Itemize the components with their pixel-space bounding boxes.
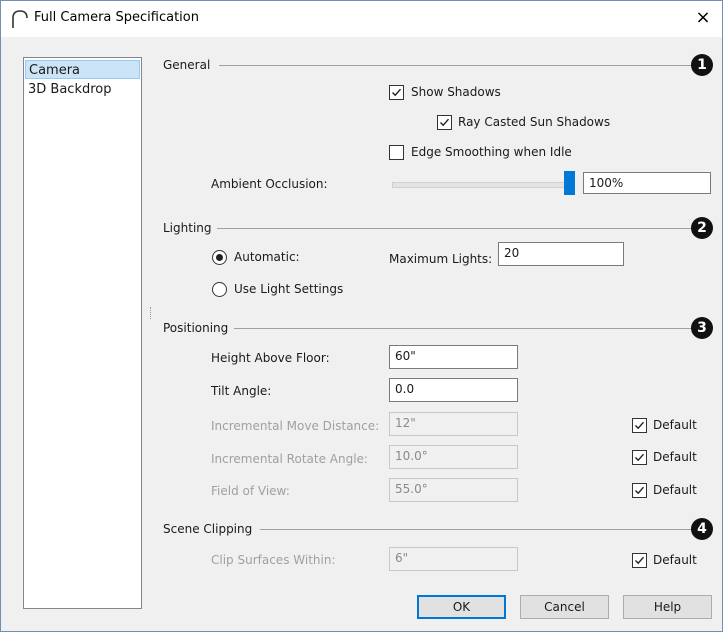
callout-badge-2: 2 xyxy=(691,217,713,239)
nav-item-camera[interactable]: Camera xyxy=(25,60,140,79)
clip-default-checkbox[interactable] xyxy=(632,553,647,568)
title-bar[interactable]: Full Camera Specification × xyxy=(1,1,722,37)
use-light-settings-radio[interactable] xyxy=(212,282,227,297)
clip-surfaces-label: Clip Surfaces Within: xyxy=(211,553,336,567)
lighting-heading: Lighting xyxy=(163,221,212,235)
positioning-heading: Positioning xyxy=(163,321,229,335)
incremental-rotate-input[interactable]: 10.0° xyxy=(389,445,518,469)
ambient-occlusion-slider-track[interactable] xyxy=(392,182,567,188)
automatic-label: Automatic: xyxy=(234,250,300,264)
ambient-occlusion-label: Ambient Occlusion: xyxy=(211,177,328,191)
check-icon xyxy=(635,453,645,462)
help-button[interactable]: Help xyxy=(623,595,712,619)
max-lights-input[interactable]: 20 xyxy=(498,242,624,266)
check-icon xyxy=(635,421,645,430)
incremental-move-label: Incremental Move Distance: xyxy=(211,419,380,433)
check-icon xyxy=(440,118,450,127)
edge-smoothing-checkbox[interactable] xyxy=(389,145,404,160)
height-above-floor-label: Height Above Floor: xyxy=(211,351,330,365)
automatic-radio[interactable] xyxy=(212,250,227,265)
fov-default-checkbox[interactable] xyxy=(632,483,647,498)
check-icon xyxy=(635,556,645,565)
lighting-divider xyxy=(217,228,695,229)
move-default-label: Default xyxy=(653,418,697,432)
scene-clipping-divider xyxy=(260,529,695,530)
ray-casted-checkbox[interactable] xyxy=(437,115,452,130)
incremental-move-input[interactable]: 12" xyxy=(389,412,518,436)
use-light-settings-label: Use Light Settings xyxy=(234,282,344,296)
radio-dot xyxy=(216,254,223,261)
check-icon xyxy=(635,486,645,495)
show-shadows-label: Show Shadows xyxy=(411,85,501,99)
camera-dialog: Full Camera Specification × Camera 3D Ba… xyxy=(0,0,723,632)
splitter-grip[interactable] xyxy=(150,307,153,319)
move-default-checkbox[interactable] xyxy=(632,418,647,433)
clip-surfaces-input[interactable]: 6" xyxy=(389,547,518,571)
field-of-view-input[interactable]: 55.0° xyxy=(389,478,518,502)
max-lights-label: Maximum Lights: xyxy=(389,252,493,266)
callout-badge-1: 1 xyxy=(691,54,713,76)
edge-smoothing-label: Edge Smoothing when Idle xyxy=(411,145,572,159)
callout-badge-4: 4 xyxy=(691,518,713,540)
category-list: Camera 3D Backdrop xyxy=(23,57,142,609)
callout-badge-3: 3 xyxy=(691,317,713,339)
field-of-view-label: Field of View: xyxy=(211,484,290,498)
tilt-angle-input[interactable]: 0.0 xyxy=(389,378,518,402)
scene-clipping-heading: Scene Clipping xyxy=(163,522,253,536)
show-shadows-checkbox[interactable] xyxy=(389,85,404,100)
height-above-floor-input[interactable]: 60" xyxy=(389,345,518,369)
ray-casted-label: Ray Casted Sun Shadows xyxy=(458,115,611,129)
close-button[interactable]: × xyxy=(692,7,714,29)
nav-item-3d-backdrop[interactable]: 3D Backdrop xyxy=(25,80,140,99)
incremental-rotate-label: Incremental Rotate Angle: xyxy=(211,452,368,466)
ok-button[interactable]: OK xyxy=(417,595,506,619)
arch-icon xyxy=(12,10,28,28)
fov-default-label: Default xyxy=(653,483,697,497)
positioning-divider xyxy=(234,328,695,329)
general-heading: General xyxy=(163,58,211,72)
general-divider xyxy=(219,65,695,66)
rotate-default-checkbox[interactable] xyxy=(632,450,647,465)
tilt-angle-label: Tilt Angle: xyxy=(211,384,272,398)
rotate-default-label: Default xyxy=(653,450,697,464)
ambient-occlusion-slider-thumb[interactable] xyxy=(564,171,575,195)
ambient-occlusion-input[interactable]: 100% xyxy=(583,172,711,194)
window-title: Full Camera Specification xyxy=(34,10,199,25)
cancel-button[interactable]: Cancel xyxy=(520,595,609,619)
clip-default-label: Default xyxy=(653,553,697,567)
check-icon xyxy=(392,88,402,97)
